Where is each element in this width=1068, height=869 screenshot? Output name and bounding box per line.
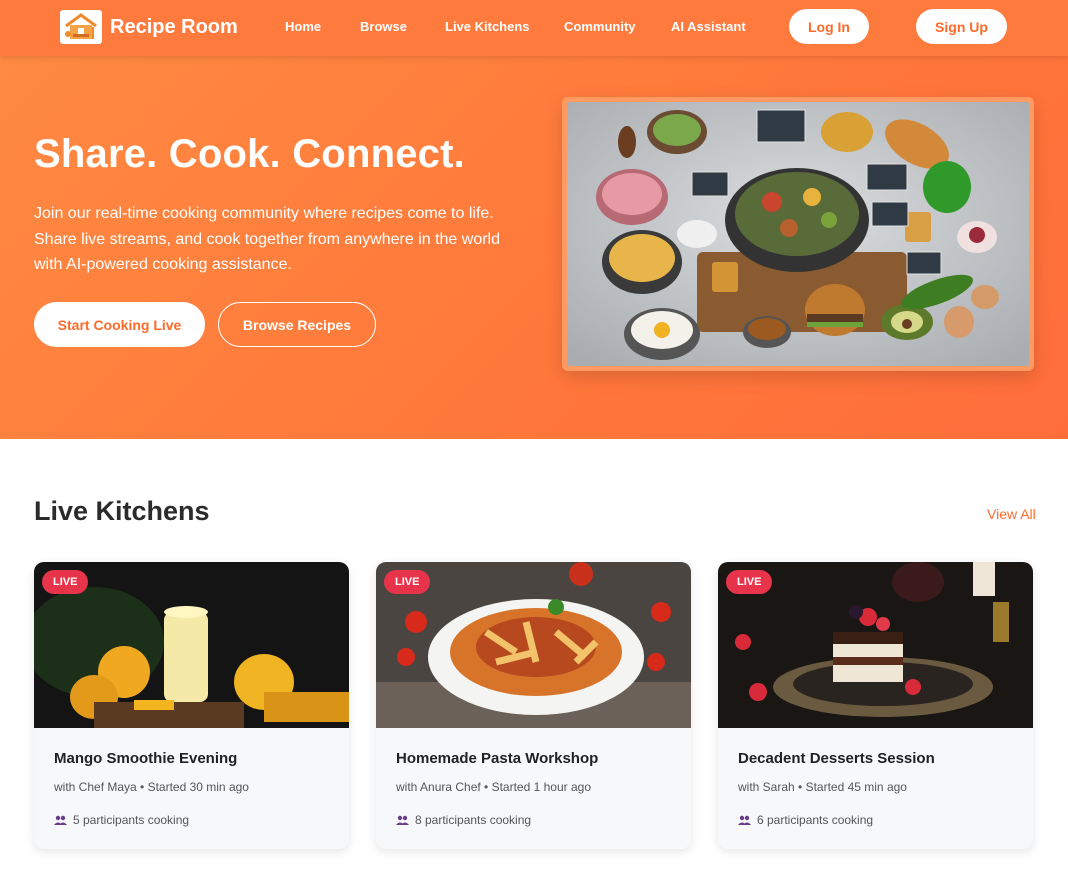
- live-badge: LIVE: [384, 570, 431, 594]
- card-meta: with Sarah • Started 45 min ago: [738, 780, 907, 794]
- hero-lead: Join our real-time cooking community whe…: [34, 205, 501, 273]
- live-kitchen-card[interactable]: LIVE Homemade Pasta Workshop with Anura …: [376, 562, 691, 849]
- hero-food-image: [562, 97, 1034, 371]
- section-title: Live Kitchens: [34, 496, 210, 526]
- card-participants: 5 participants cooking: [54, 813, 189, 827]
- top-navbar: Recipe Room Home Browse Live Kitchens Co…: [0, 0, 1068, 56]
- participants-text: 5 participants cooking: [73, 813, 190, 827]
- card-meta: with Chef Maya • Started 30 min ago: [54, 780, 249, 794]
- card-meta: with Anura Chef • Started 1 hour ago: [396, 780, 591, 794]
- live-badge: LIVE: [726, 570, 773, 594]
- brand-name: Recipe Room: [110, 15, 238, 38]
- view-all-link[interactable]: View All: [987, 506, 1036, 522]
- people-icon: [738, 815, 751, 825]
- signup-button[interactable]: Sign Up: [916, 9, 1007, 44]
- nav-link-home[interactable]: Home: [285, 19, 321, 34]
- participants-text: 8 participants cooking: [415, 813, 532, 827]
- nav-link-ai-assistant[interactable]: AI Assistant: [671, 19, 746, 34]
- kitchen-house-icon: [60, 10, 102, 44]
- live-badge: LIVE: [42, 570, 89, 594]
- hero-section: Share. Cook. Connect. Join our real-time…: [0, 56, 1068, 439]
- people-icon: [396, 815, 409, 825]
- card-title: Decadent Desserts Session: [738, 750, 935, 767]
- nav-link-community[interactable]: Community: [564, 19, 636, 34]
- login-button[interactable]: Log In: [789, 9, 869, 44]
- live-kitchen-card[interactable]: LIVE Mango Smoothie Evening with Chef Ma…: [34, 562, 349, 849]
- nav-link-live-kitchens[interactable]: Live Kitchens: [445, 19, 530, 34]
- card-title: Homemade Pasta Workshop: [396, 750, 599, 767]
- card-title: Mango Smoothie Evening: [54, 750, 238, 767]
- browse-recipes-button[interactable]: Browse Recipes: [218, 302, 376, 347]
- brand[interactable]: Recipe Room: [60, 10, 238, 44]
- card-participants: 6 participants cooking: [738, 813, 873, 827]
- start-cooking-live-button[interactable]: Start Cooking Live: [34, 302, 205, 347]
- live-kitchen-card[interactable]: LIVE Decadent Desserts Session with Sara…: [718, 562, 1033, 849]
- card-participants: 8 participants cooking: [396, 813, 531, 827]
- participants-text: 6 participants cooking: [757, 813, 874, 827]
- hero-title: Share. Cook. Connect.: [34, 132, 465, 176]
- nav-link-browse[interactable]: Browse: [360, 19, 407, 34]
- people-icon: [54, 815, 67, 825]
